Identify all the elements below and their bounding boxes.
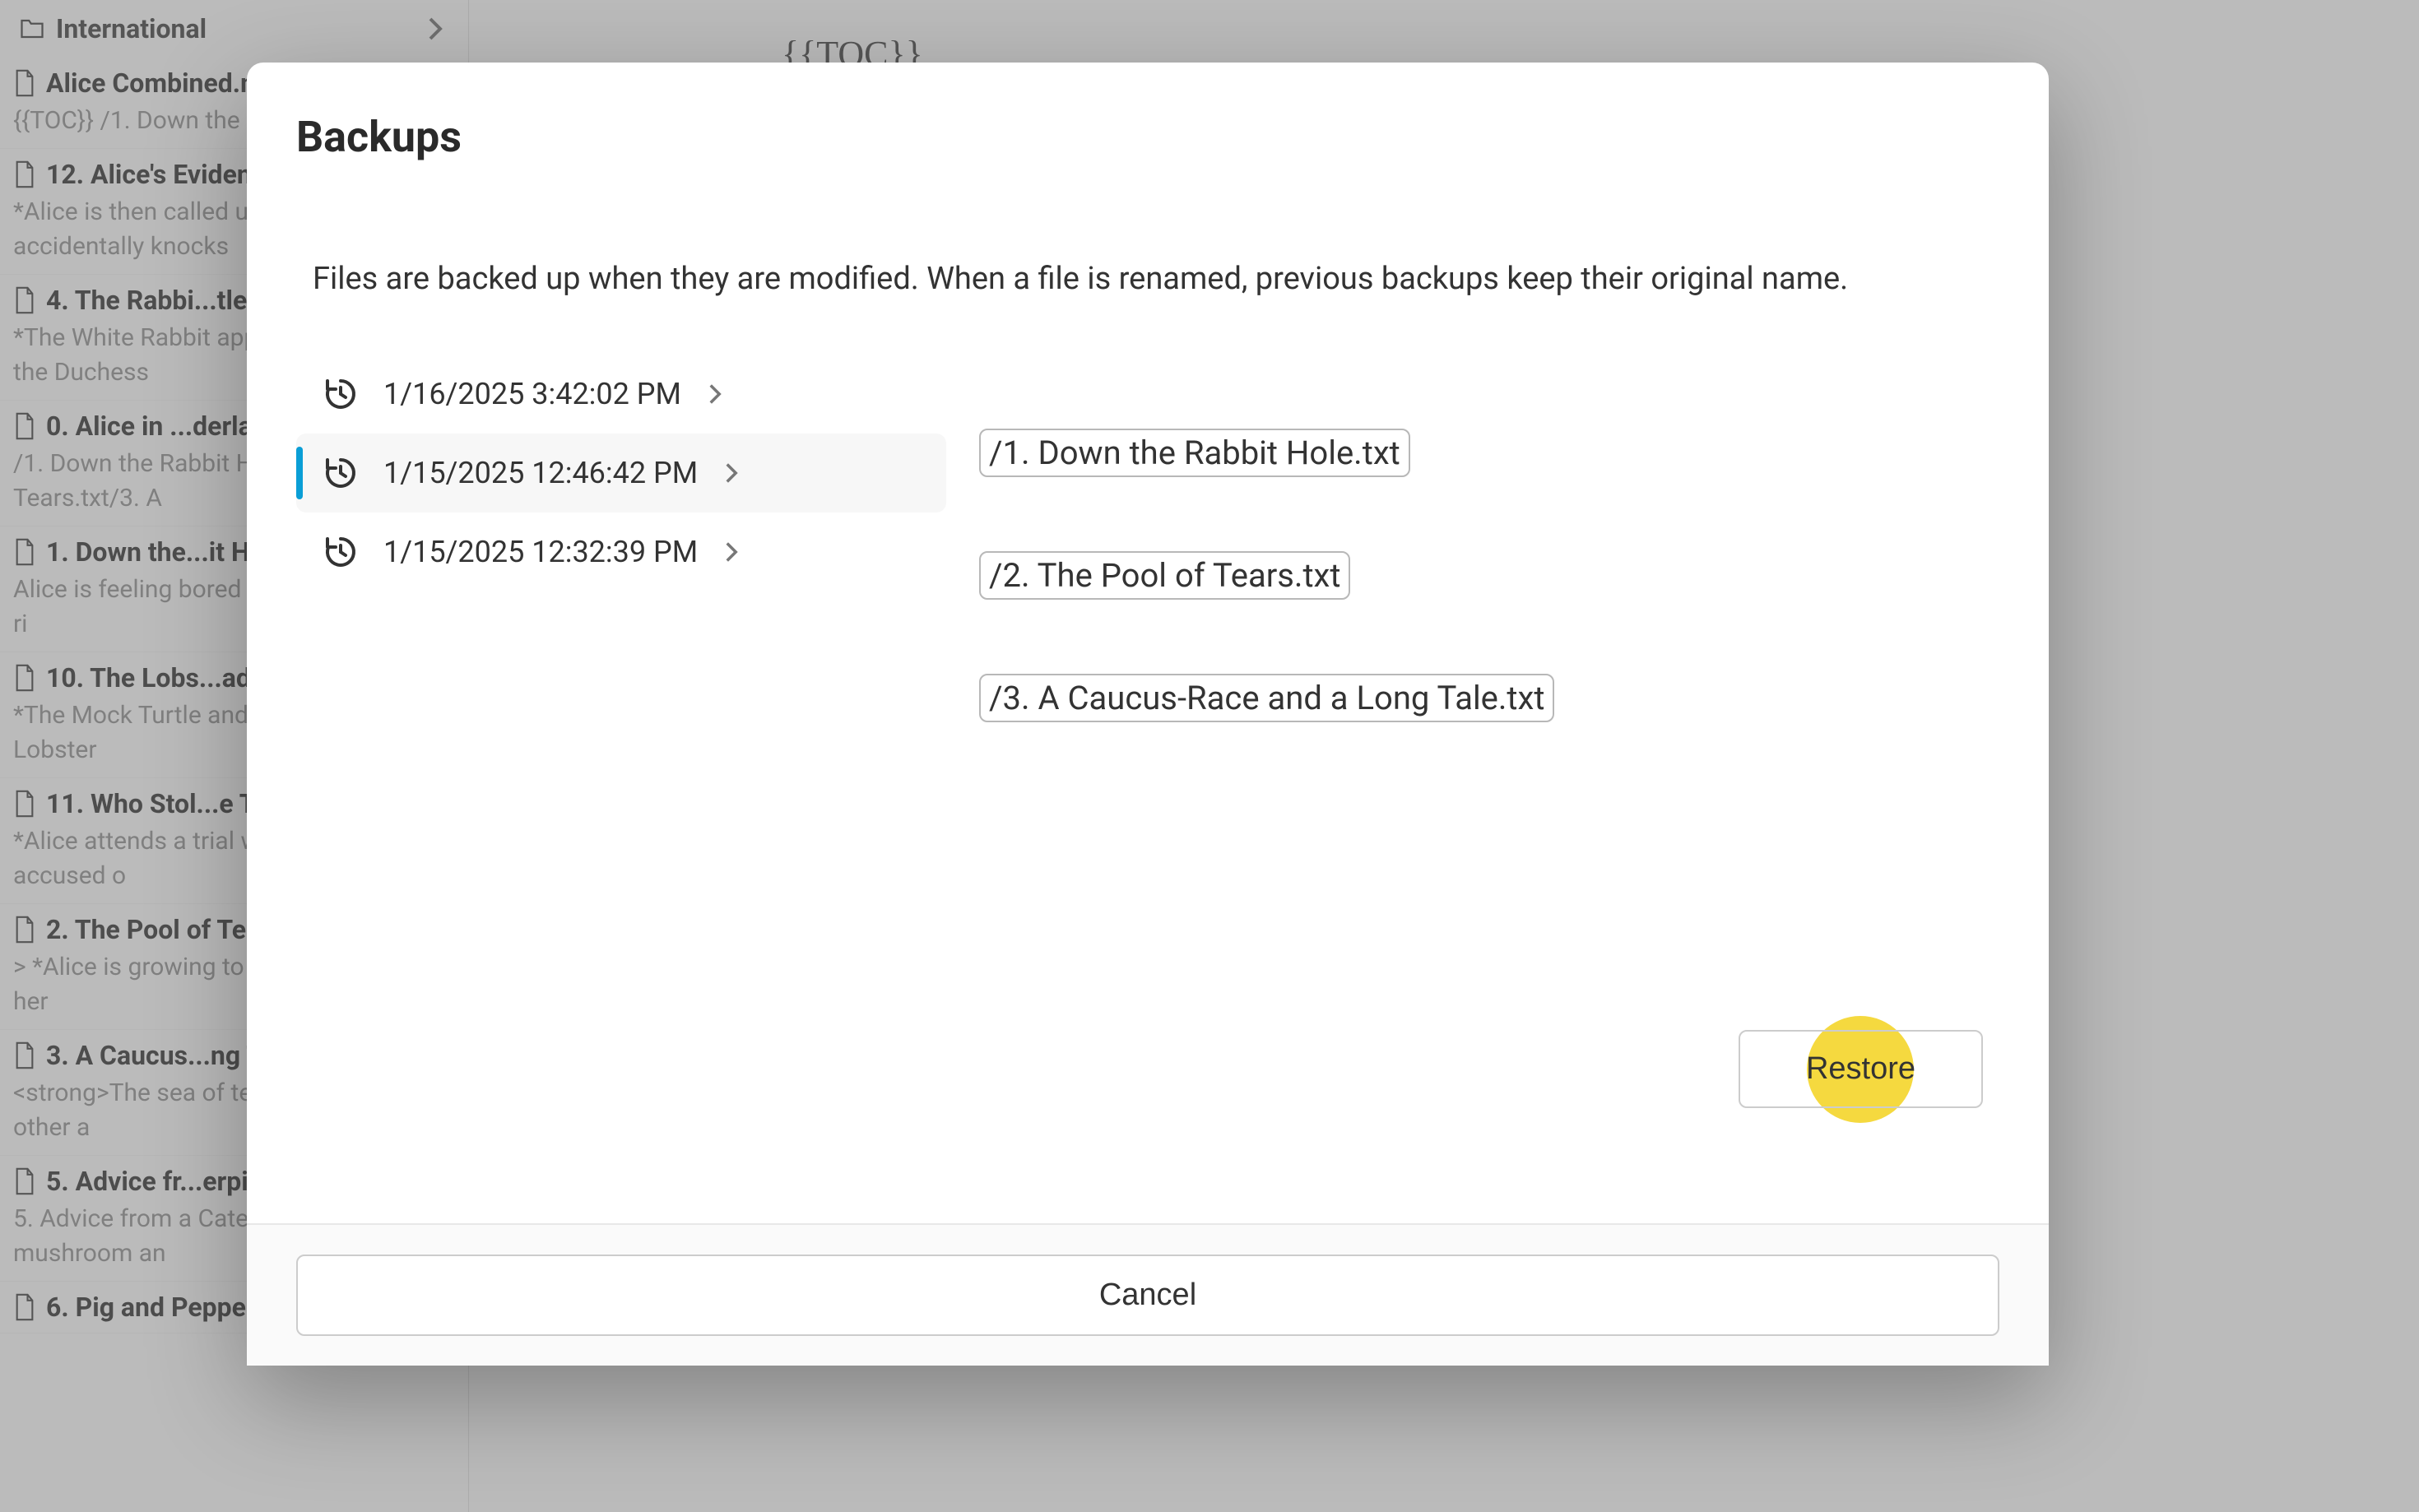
backup-timestamp: 1/16/2025 3:42:02 PM — [383, 377, 681, 411]
backup-row[interactable]: 1/16/2025 3:42:02 PM — [296, 355, 946, 434]
history-icon — [321, 374, 360, 414]
restore-button[interactable]: Restore — [1739, 1030, 1983, 1108]
dialog-title: Backups — [296, 112, 1983, 162]
dialog-description: Files are backed up when they are modifi… — [296, 261, 1999, 297]
backup-list: 1/16/2025 3:42:02 PM 1/15/2025 12:46:42 P… — [296, 355, 946, 1190]
cancel-button[interactable]: Cancel — [296, 1255, 1999, 1336]
backups-dialog: Backups Files are backed up when they ar… — [247, 63, 2049, 1366]
chevron-right-icon — [724, 461, 739, 485]
file-list-panel: /1. Down the Rabbit Hole.txt/2. The Pool… — [979, 355, 1999, 1190]
history-icon — [321, 453, 360, 493]
dialog-footer: Cancel — [247, 1223, 2049, 1366]
backup-timestamp: 1/15/2025 12:32:39 PM — [383, 535, 698, 569]
dialog-body: Files are backed up when they are modifi… — [247, 195, 2049, 1223]
dialog-header: Backups — [247, 63, 2049, 195]
backup-file[interactable]: /3. A Caucus-Race and a Long Tale.txt — [979, 674, 1554, 722]
backup-file[interactable]: /2. The Pool of Tears.txt — [979, 551, 1350, 600]
history-icon — [321, 532, 360, 572]
chevron-right-icon — [708, 383, 722, 406]
backup-row[interactable]: 1/15/2025 12:32:39 PM — [296, 513, 946, 591]
backup-file[interactable]: /1. Down the Rabbit Hole.txt — [979, 429, 1410, 477]
backup-row[interactable]: 1/15/2025 12:46:42 PM — [296, 434, 946, 513]
backup-timestamp: 1/15/2025 12:46:42 PM — [383, 456, 698, 490]
chevron-right-icon — [724, 540, 739, 564]
